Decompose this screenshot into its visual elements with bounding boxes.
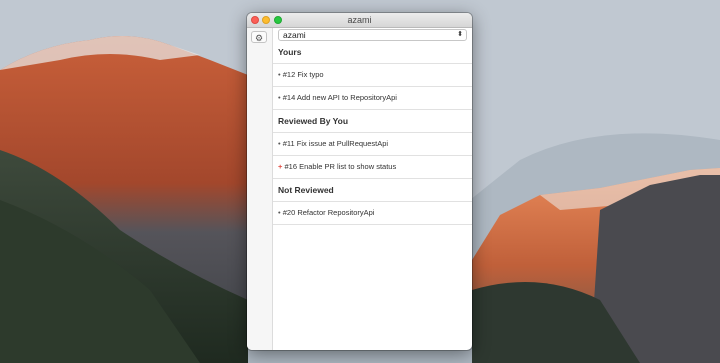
bullet-icon: •: [278, 139, 281, 148]
pr-list-item[interactable]: • #20 Refactor RepositoryApi: [273, 202, 472, 225]
app-window: azami ⚙ azami ⬍ Yours • #12 Fix typo • #…: [247, 13, 472, 350]
pr-title: #14 Add new API to RepositoryApi: [282, 93, 397, 102]
pr-list-item[interactable]: • #11 Fix issue at PullRequestApi: [273, 133, 472, 156]
bullet-icon: •: [278, 70, 281, 79]
updown-chevron-icon: ⬍: [457, 31, 463, 38]
section-reviewed-by-you: Reviewed By You • #11 Fix issue at PullR…: [273, 110, 472, 179]
pr-title: #12 Fix typo: [282, 70, 324, 79]
main-content: azami ⬍ Yours • #12 Fix typo • #14 Add n…: [273, 28, 472, 350]
repository-select[interactable]: azami ⬍: [278, 29, 467, 41]
pr-title: #11 Fix issue at PullRequestApi: [282, 139, 389, 148]
pr-title: #20 Refactor RepositoryApi: [282, 208, 375, 217]
section-header: Reviewed By You: [273, 110, 472, 133]
pr-list-item[interactable]: • #12 Fix typo: [273, 64, 472, 87]
bullet-icon: •: [278, 208, 281, 217]
repository-select-value: azami: [283, 30, 306, 40]
bullet-icon: •: [278, 93, 281, 102]
pr-title: #16 Enable PR list to show status: [284, 162, 397, 171]
settings-button[interactable]: ⚙: [251, 31, 267, 43]
section-yours: Yours • #12 Fix typo • #14 Add new API t…: [273, 41, 472, 110]
section-header: Not Reviewed: [273, 179, 472, 202]
gear-icon: ⚙: [254, 33, 264, 43]
pr-list-item[interactable]: • #14 Add new API to RepositoryApi: [273, 87, 472, 110]
section-not-reviewed: Not Reviewed • #20 Refactor RepositoryAp…: [273, 179, 472, 225]
section-header: Yours: [273, 41, 472, 64]
title-bar: azami: [247, 13, 472, 28]
sidebar: ⚙: [247, 28, 273, 350]
window-title: azami: [347, 15, 372, 25]
plus-icon: +: [278, 162, 283, 171]
pr-list-item[interactable]: + #16 Enable PR list to show status: [273, 156, 472, 179]
